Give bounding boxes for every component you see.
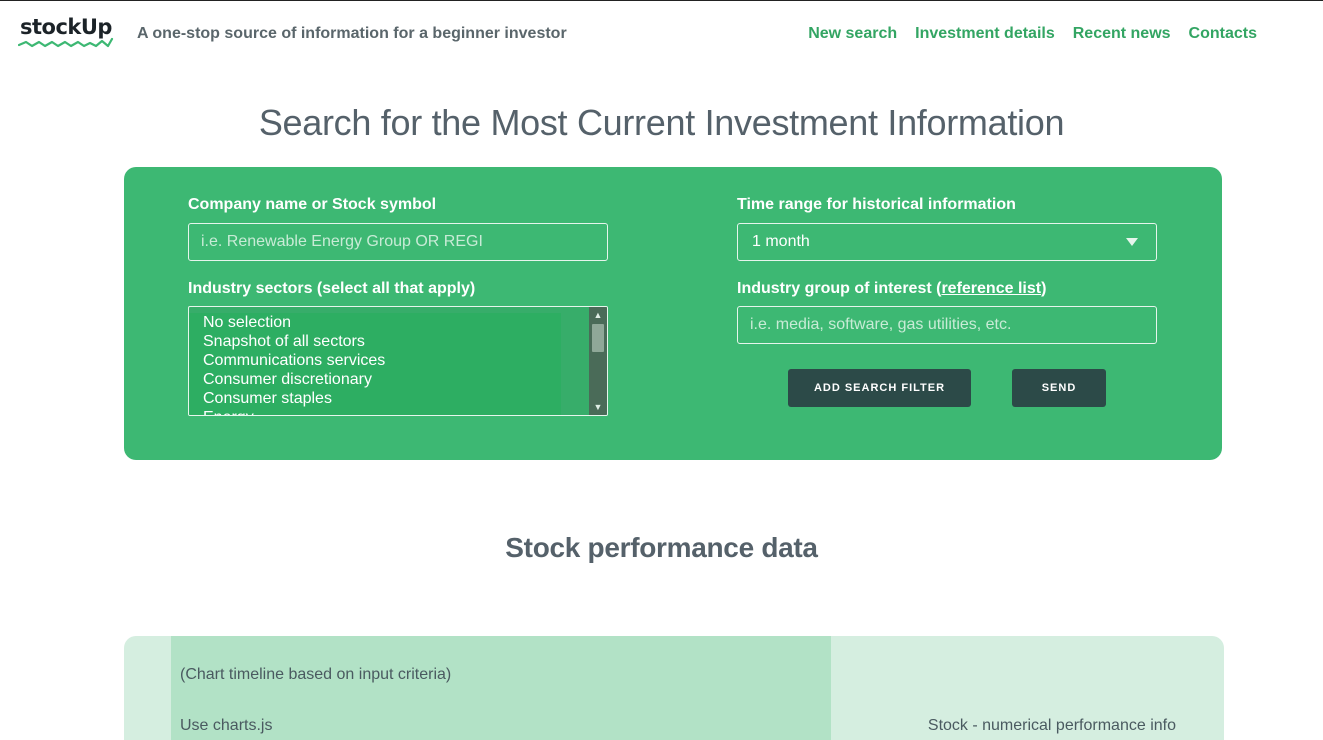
sector-option[interactable]: Consumer discretionary [189,370,561,389]
scroll-up-icon[interactable]: ▲ [589,308,607,322]
performance-section: (Chart timeline based on input criteria)… [124,636,1224,740]
site-header: stockUp A one-stop source of information… [0,1,1323,67]
sectors-label: Industry sectors (select all that apply) [188,280,476,297]
numerical-info-note: Stock - numerical performance info [927,717,1176,734]
add-search-filter-button[interactable]: ADD SEARCH FILTER [788,369,971,407]
stock-performance-title: Stock performance data [505,532,818,563]
chart-note: (Chart timeline based on input criteria) [180,666,452,683]
company-search-input[interactable] [188,223,608,261]
time-range-label: Time range for historical information [737,196,1016,213]
sector-option[interactable]: Snapshot of all sectors [189,332,561,351]
logo-trend-line-icon [18,37,114,48]
stockup-logo[interactable]: stockUp [18,15,114,51]
sectors-scrollbar[interactable]: ▲ ▼ [589,307,607,415]
sectors-listbox[interactable]: No selection Snapshot of all sectors Com… [188,306,608,416]
sectors-options: No selection Snapshot of all sectors Com… [189,313,561,415]
sector-option[interactable]: Communications services [189,351,561,370]
time-range-select[interactable]: 1 month [737,223,1157,261]
sector-option[interactable]: Consumer staples [189,389,561,408]
page-title: Search for the Most Current Investment I… [258,102,1065,143]
nav-recent-news[interactable]: Recent news [1073,25,1171,43]
sector-option[interactable]: Energy [189,408,561,415]
site-tagline: A one-stop source of information for a b… [137,25,567,42]
sector-option[interactable]: No selection [189,313,561,332]
industry-group-label: Industry group of interest (reference li… [737,280,1046,298]
main-nav: New search Investment details Recent new… [808,25,1257,43]
reference-list-link[interactable]: reference list [941,280,1041,297]
nav-contacts[interactable]: Contacts [1189,25,1257,43]
time-range-value: 1 month [752,233,810,250]
industry-group-input[interactable] [737,306,1157,344]
company-label: Company name or Stock symbol [188,196,437,213]
nav-investment-details[interactable]: Investment details [915,25,1055,43]
scroll-down-icon[interactable]: ▼ [589,400,607,414]
industry-group-label-text: Industry group of interest ( [737,280,942,297]
chevron-down-icon [1126,238,1138,246]
search-panel: Company name or Stock symbol Time range … [124,167,1222,460]
send-button[interactable]: SEND [1012,369,1106,407]
scrollbar-thumb[interactable] [592,324,604,352]
chart-lib-note: Use charts.js [180,717,273,734]
chart-placeholder: (Chart timeline based on input criteria)… [171,636,831,740]
industry-group-label-close: ) [1041,280,1047,297]
logo-text: stockUp [20,15,112,39]
nav-new-search[interactable]: New search [808,25,897,43]
